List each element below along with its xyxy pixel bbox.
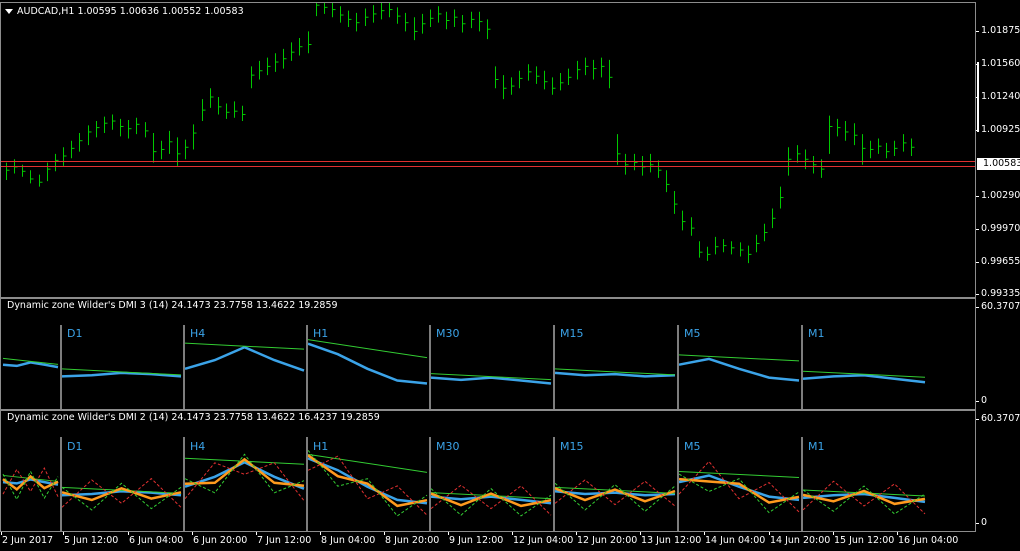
time-axis[interactable]: 2 Jun 2017 5 Jun 12:00 6 Jun 04:00 6 Jun… (0, 532, 976, 551)
price-tick: 1.01875 (975, 25, 1020, 36)
timeframe-separator (801, 325, 803, 409)
time-label: 14 Jun 04:00 (703, 532, 766, 546)
time-label: 6 Jun 20:00 (191, 532, 248, 546)
timeframe-label-h1: H1 (313, 440, 329, 453)
price-tick: 1.00925 (975, 124, 1020, 135)
dmi2-indicator-pane[interactable]: Dynamic zone Wilder's DMI 2 (14) 24.1473… (0, 410, 976, 532)
dmi-main-line (61, 371, 182, 378)
price-axis-scroll-marker[interactable] (977, 62, 979, 132)
dmi3-axis[interactable]: 60.3707 0 (975, 298, 1020, 410)
time-label: 12 Jun 20:00 (575, 532, 638, 546)
dmi2-scale-bottom: 0 (975, 517, 988, 528)
dmi-main-line (61, 490, 182, 497)
timeframe-label-m15: M15 (560, 440, 584, 453)
time-label: 9 Jun 12:00 (447, 532, 504, 546)
dmi-main-line (307, 457, 428, 505)
dmi-main-line (678, 357, 800, 382)
price-bars-svg (1, 3, 975, 264)
time-label: 2 Jun 2017 (0, 532, 54, 546)
time-label: 14 Jun 20:00 (768, 532, 831, 546)
timeframe-label-m5: M5 (684, 440, 701, 453)
time-label: 6 Jun 04:00 (127, 532, 184, 546)
timeframe-label-m1: M1 (808, 440, 825, 453)
dmi-main-line (307, 342, 428, 385)
price-tick: 0.99970 (975, 223, 1020, 234)
price-tick: 1.01560 (975, 58, 1020, 69)
price-axis[interactable]: 1.01875 1.01560 1.01240 1.00925 1.00290 … (975, 2, 1020, 299)
timeframe-separator (677, 325, 679, 409)
timeframe-separator (553, 437, 555, 531)
time-label: 8 Jun 20:00 (383, 532, 440, 546)
timeframe-separator (801, 437, 803, 531)
time-label: 12 Jun 04:00 (511, 532, 574, 546)
timeframe-label-m1: M1 (808, 327, 825, 340)
timeframe-separator (60, 437, 62, 531)
timeframe-label-m30: M30 (436, 440, 460, 453)
timeframe-separator (306, 325, 308, 409)
dmi3-scale-bottom: 0 (975, 395, 988, 406)
time-label: 15 Jun 12:00 (832, 532, 895, 546)
price-tick: 1.00290 (975, 190, 1020, 201)
price-tick: 1.01240 (975, 91, 1020, 102)
price-tick: 0.99655 (975, 256, 1020, 267)
dmi2-lines-svg (2, 449, 926, 517)
time-label: 7 Jun 12:00 (255, 532, 312, 546)
time-label: 16 Jun 04:00 (896, 532, 959, 546)
dynamic-zone-line (307, 453, 428, 473)
timeframe-separator (677, 437, 679, 531)
dmi2-axis[interactable]: 60.3707 0 (975, 410, 1020, 532)
timeframe-separator (553, 325, 555, 409)
dmi2-scale-top: 60.3707 (975, 413, 1020, 424)
time-label: 5 Jun 12:00 (62, 532, 119, 546)
time-label: 13 Jun 12:00 (639, 532, 702, 546)
dmi-main-line (184, 345, 305, 372)
timeframe-separator (306, 437, 308, 531)
timeframe-separator (429, 325, 431, 409)
dmi3-lines-svg (2, 339, 926, 385)
dmi3-indicator-pane[interactable]: Dynamic zone Wilder's DMI 3 (14) 24.1473… (0, 298, 976, 410)
dmi3-scale-top: 60.3707 (975, 301, 1020, 312)
price-chart-pane[interactable]: AUDCAD,H1 1.00595 1.00636 1.00552 1.0058… (0, 2, 976, 298)
time-label: 8 Jun 04:00 (319, 532, 376, 546)
timeframe-separator (183, 325, 185, 409)
timeframe-separator (60, 325, 62, 409)
timeframe-label-m15: M15 (560, 327, 584, 340)
timeframe-label-d1: D1 (67, 440, 83, 453)
timeframe-label-h1: H1 (313, 327, 329, 340)
timeframe-label-m30: M30 (436, 327, 460, 340)
timeframe-label-h4: H4 (190, 327, 206, 340)
timeframe-separator (183, 437, 185, 531)
dmi-main-line (554, 371, 676, 378)
current-price-badge: 1.00583 (977, 158, 1020, 170)
timeframe-label-h4: H4 (190, 440, 206, 453)
timeframe-separator (429, 437, 431, 531)
timeframe-label-d1: D1 (67, 327, 83, 340)
timeframe-label-m5: M5 (684, 327, 701, 340)
